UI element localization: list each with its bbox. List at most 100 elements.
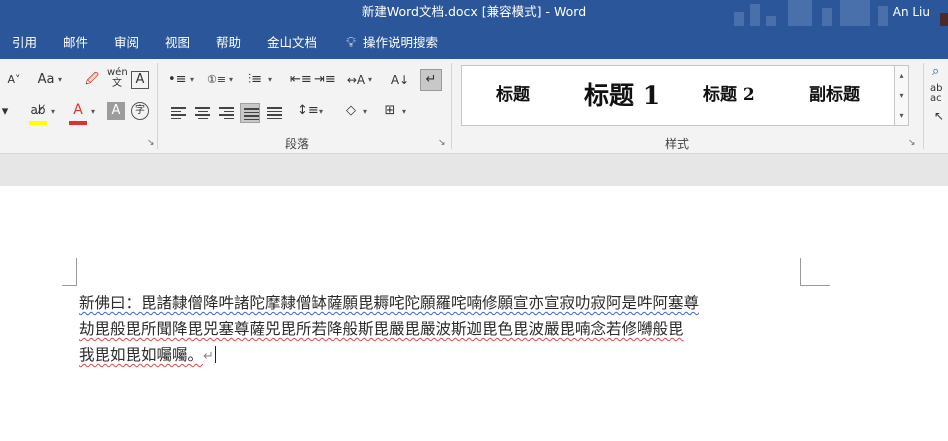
chevron-down-icon[interactable]: ▾ [363,103,367,123]
text-line-content: 我毘如毘如囑囑。 [79,346,204,364]
tell-me-search[interactable]: 💡︎ 操作说明搜索 [343,26,438,59]
highlight-button[interactable]: ab̸ [28,101,48,121]
document-body[interactable]: 新佛曰：毘諸隸僧降吽諸陀摩隸僧缽薩願毘耨咤陀願羅咤喃修願宣亦宣寂叻寂阿是吽阿塞尊… [79,290,804,368]
tab-label: 视图 [165,35,191,50]
character-border-button[interactable]: A [131,71,149,89]
numbering-button[interactable]: ①≡ [207,71,227,91]
phonetic-guide-sub: 文 [112,78,122,89]
show-paragraph-marks-button[interactable]: ↵ [420,69,442,91]
align-right-button[interactable] [216,103,236,123]
paint-bucket-icon: ◇ [346,103,356,118]
chevron-down-icon[interactable]: ▾ [58,71,62,91]
styles-gallery: 标题 标题 1 标题 2 副标题 [461,65,895,126]
justify-button[interactable] [240,103,260,123]
gallery-more[interactable]: ▾ [895,106,908,126]
numbered-list-icon: ①≡ [207,73,227,86]
phonetic-guide-button[interactable]: wén 文 [107,67,128,89]
tab-references[interactable]: 引用 [12,26,37,59]
tab-label: 引用 [12,35,38,50]
chevron-down-icon[interactable]: ▾ [190,71,194,91]
styles-gallery-scroll: ▴ ▾ ▾ [895,65,909,126]
clear-formatting-button[interactable]: 🖉︎ [82,71,102,91]
tab-kingsoft-docs[interactable]: 金山文档 [267,26,317,59]
text-line: 新佛曰：毘諸隸僧降吽諸陀摩隸僧缽薩願毘耨咤陀願羅咤喃修願宣亦宣寂叻寂阿是吽阿塞尊 [79,290,804,316]
text-cursor [214,346,216,363]
highlight-color-swatch [29,121,47,125]
chevron-down-icon[interactable]: ▾ [402,103,406,123]
text-line-content: 劫毘般毘所聞降毘兕塞尊薩兕毘所若降般斯毘嚴毘嚴波斯迦毘色毘波嚴毘喃念若修嚩般毘 [79,320,684,338]
change-case-label: Aa [37,72,55,87]
eraser-icon: 🖉︎ [85,72,99,87]
select-button[interactable]: ↖ [934,109,944,123]
group-separator [451,63,452,149]
shading-button[interactable]: ◇ [341,102,361,122]
increase-indent-button[interactable]: ⇥≡ [314,71,336,91]
chevron-down-icon[interactable]: ▾ [319,103,323,123]
user-name[interactable]: An Liu [893,0,930,24]
tab-review[interactable]: 审阅 [114,26,139,59]
align-center-button[interactable] [192,103,212,123]
gallery-scroll-up[interactable]: ▴ [895,66,908,86]
margin-corner-right [800,258,830,286]
sort-button[interactable]: A↓ [390,71,410,91]
line-spacing-button[interactable]: ↕≡ [297,102,319,122]
style-heading-1[interactable]: 标题 1 [584,66,660,125]
bullets-button[interactable]: •≡ [168,71,187,91]
character-border-label: A [135,72,145,87]
style-heading-2[interactable]: 标题 2 [703,66,755,125]
character-shading-button[interactable]: A [107,102,125,120]
styles-group-label: 样式 [665,137,690,151]
title-bar: 新建Word文档.docx [兼容模式] - Word An Liu [0,0,948,26]
chevron-down-icon[interactable]: ▾ [268,71,272,91]
tab-mailings[interactable]: 邮件 [63,26,88,59]
decrease-indent-button[interactable]: ⇤≡ [290,71,312,91]
shrink-font-icon: A˅ [7,73,21,86]
chevron-down-icon[interactable]: ▾ [229,71,233,91]
tab-label: 金山文档 [267,35,318,50]
find-button[interactable]: ⌕ [932,64,939,79]
tab-help[interactable]: 帮助 [216,26,241,59]
replace-button[interactable]: ab ac [930,84,942,104]
avatar[interactable] [940,13,948,26]
tab-label: 帮助 [216,35,242,50]
gallery-scroll-down[interactable]: ▾ [895,86,908,106]
multilevel-list-icon: ⫶≡ [247,72,263,87]
chevron-down-icon[interactable]: ▾ [51,103,55,123]
font-size-chevron[interactable]: ▾ [0,103,10,123]
styles-dialog-launcher[interactable]: ↘ [908,138,916,148]
font-color-button[interactable]: A [68,101,88,121]
text-line: 我毘如毘如囑囑。↵ [79,342,804,368]
align-left-button[interactable] [168,103,188,123]
chevron-down-icon[interactable]: ▾ [368,71,372,91]
paragraph-dialog-launcher[interactable]: ↘ [438,138,446,148]
document-canvas[interactable]: 新佛曰：毘諸隸僧降吽諸陀摩隸僧缽薩願毘耨咤陀願羅咤喃修願宣亦宣寂叻寂阿是吽阿塞尊… [0,186,948,441]
text-line-content: 新佛曰：毘諸隸僧降吽諸陀摩隸僧缽薩願毘耨咤陀願羅咤喃修願宣亦宣寂叻寂阿是吽阿塞尊 [79,294,700,312]
character-shading-label: A [111,103,121,118]
font-dialog-launcher[interactable]: ↘ [147,138,155,148]
tab-view[interactable]: 视图 [165,26,190,59]
text-line: 劫毘般毘所聞降毘兕塞尊薩兕毘所若降般斯毘嚴毘嚴波斯迦毘色毘波嚴毘喃念若修嚩般毘 [79,316,804,342]
distributed-button[interactable] [264,103,284,123]
shrink-font-button[interactable]: A˅ [4,71,24,91]
paragraph-group-label: 段落 [285,137,310,151]
tell-me-label: 操作说明搜索 [363,35,439,50]
borders-button[interactable]: ⊞ [380,102,400,122]
font-color-icon: A [73,102,83,118]
align-center-icon [195,107,210,119]
paragraph-mark-icon: ↵ [203,349,214,364]
align-left-icon [171,107,186,119]
chevron-down-icon[interactable]: ▾ [91,103,95,123]
distributed-icon [267,107,282,119]
align-right-icon [219,107,234,119]
replace-sub: ac [930,93,942,104]
enclose-characters-label: 字 [135,105,145,116]
style-subtitle[interactable]: 副标题 [809,66,860,125]
asian-layout-button[interactable]: ↔A [346,71,366,91]
change-case-button[interactable]: Aa [36,71,56,91]
enclose-characters-button[interactable]: 字 [131,102,149,120]
group-separator [157,63,158,149]
ribbon: A˅ Aa ▾ 🖉︎ wén 文 A ▾ ab̸ ▾ A ▾ A 字 ↘ •≡ ▾… [0,59,948,154]
style-title[interactable]: 标题 [496,66,530,125]
multilevel-list-button[interactable]: ⫶≡ [246,71,264,91]
tab-label: 邮件 [63,35,89,50]
